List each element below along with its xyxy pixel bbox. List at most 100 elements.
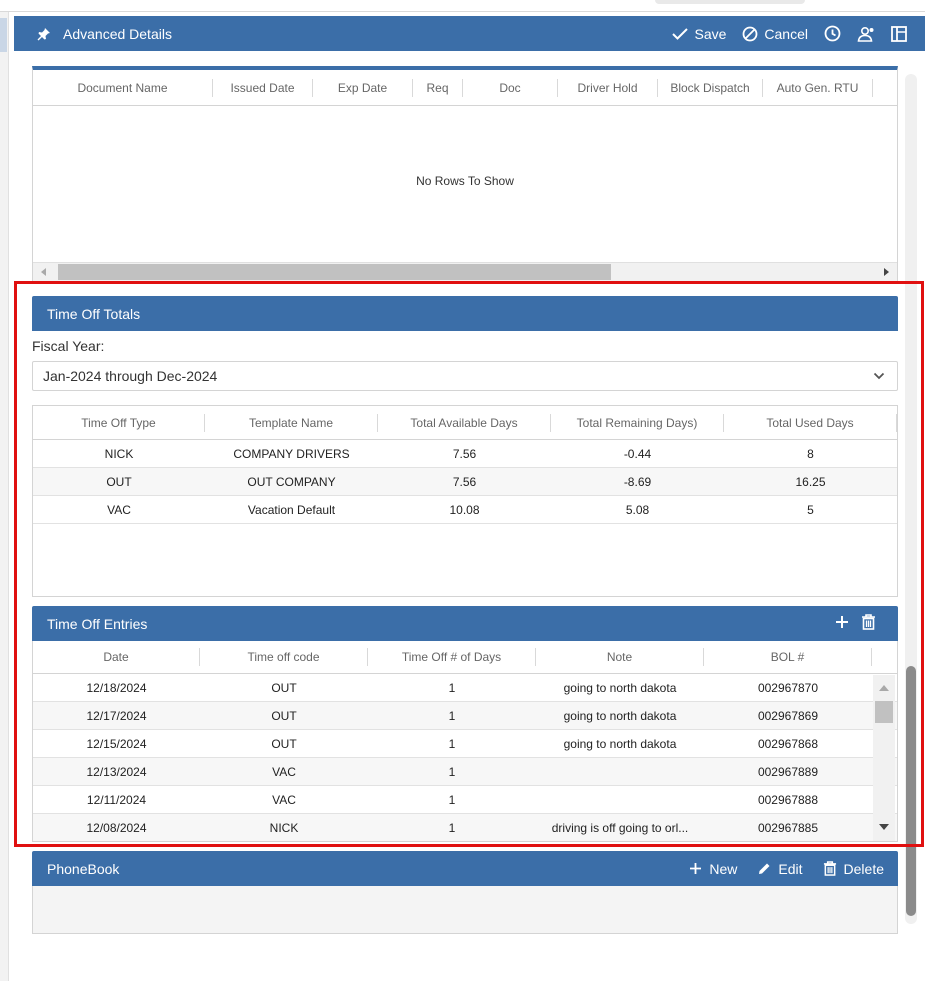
clock-icon [824, 25, 841, 42]
entries-grid-header: Date Time off code Time Off # of Days No… [33, 641, 897, 674]
table-cell: 10.08 [449, 502, 480, 517]
phonebook-body [32, 886, 898, 934]
table-row[interactable]: OUT OUT COMPANY 7.56 -8.69 16.25 [33, 468, 897, 496]
phonebook-edit-button[interactable]: Edit [757, 861, 803, 877]
vertical-scroll-thumb[interactable] [875, 701, 893, 723]
table-cell: 16.25 [795, 474, 826, 489]
table-cell: going to north dakota [563, 736, 677, 751]
column-header[interactable]: Total Remaining Days) [551, 413, 724, 432]
time-off-entries-title: Time Off Entries [47, 615, 148, 632]
column-header[interactable]: Note [536, 648, 704, 666]
fiscal-year-label: Fiscal Year: [32, 338, 105, 354]
horizontal-scroll-thumb[interactable] [58, 264, 611, 280]
cancel-button[interactable]: Cancel [742, 26, 808, 42]
scroll-up-arrow[interactable] [879, 685, 889, 691]
table-cell: NICK [269, 820, 299, 835]
table-cell: OUT [106, 474, 132, 489]
column-header[interactable]: Time Off Type [33, 413, 205, 432]
table-cell: VAC [272, 792, 296, 807]
user-settings-button[interactable] [857, 26, 875, 42]
table-cell: OUT [271, 680, 297, 695]
table-cell: 1 [448, 792, 456, 807]
column-header[interactable]: Total Available Days [378, 413, 551, 432]
table-row[interactable]: 12/17/2024 OUT 1 going to north dakota 0… [33, 702, 897, 730]
pencil-icon [759, 863, 770, 874]
ban-icon [743, 26, 758, 41]
table-cell: COMPANY DRIVERS [233, 446, 350, 461]
column-header[interactable]: Document Name [33, 78, 213, 97]
table-row[interactable]: NICK COMPANY DRIVERS 7.56 -0.44 8 [33, 440, 897, 468]
table-cell: OUT [271, 736, 297, 751]
table-cell: 12/15/2024 [86, 736, 147, 751]
column-header[interactable]: Total Used Days [724, 413, 897, 432]
column-header[interactable]: Exp Date [313, 78, 413, 97]
plus-icon [690, 863, 702, 874]
documents-grid: Document Name Issued Date Exp Date Req D… [32, 66, 898, 282]
delete-entry-button[interactable] [861, 614, 876, 633]
column-header[interactable]: BOL # [704, 648, 872, 666]
entries-vertical-scrollbar[interactable] [873, 675, 895, 841]
table-cell: 002967888 [757, 792, 819, 807]
table-row[interactable]: 12/11/2024 VAC 1 002967888 [33, 786, 897, 814]
delete-label: Delete [843, 860, 884, 877]
history-button[interactable] [824, 25, 841, 42]
column-header[interactable]: Doc [463, 78, 558, 97]
table-row[interactable]: 12/13/2024 VAC 1 002967889 [33, 758, 897, 786]
phonebook-delete-button[interactable]: Delete [823, 861, 884, 877]
pin-icon[interactable] [36, 26, 52, 42]
table-cell: Vacation Default [247, 502, 336, 517]
table-cell: 5 [807, 502, 814, 517]
new-label: New [709, 860, 738, 877]
table-cell: VAC [272, 764, 296, 779]
scroll-down-arrow[interactable] [879, 824, 889, 830]
plus-icon [836, 616, 848, 628]
table-cell: 8 [807, 446, 814, 461]
add-entry-button[interactable] [835, 615, 849, 632]
column-header[interactable]: Driver Hold [558, 78, 658, 97]
column-header[interactable]: Date [33, 648, 200, 666]
chevron-down-icon [873, 372, 885, 380]
table-cell: 12/17/2024 [86, 708, 147, 723]
column-header[interactable]: Req [413, 78, 463, 97]
column-header[interactable]: Time Off # of Days [368, 648, 536, 666]
page-scrollbar[interactable] [905, 74, 917, 924]
layout-toggle-button[interactable] [891, 25, 907, 42]
table-row[interactable]: 12/15/2024 OUT 1 going to north dakota 0… [33, 730, 897, 758]
column-header[interactable]: Template Name [205, 413, 378, 432]
scroll-right-arrow[interactable] [884, 268, 889, 276]
check-icon [672, 27, 689, 40]
left-gutter [0, 12, 9, 981]
table-cell: -8.69 [623, 474, 652, 489]
table-cell: VAC [107, 502, 131, 517]
phonebook-new-button[interactable]: New [689, 861, 737, 877]
table-cell: 1 [448, 680, 456, 695]
table-row[interactable]: 12/08/2024 NICK 1 driving is off going t… [33, 814, 897, 841]
table-row[interactable]: 12/18/2024 OUT 1 going to north dakota 0… [33, 674, 897, 702]
save-button[interactable]: Save [672, 26, 726, 42]
trash-icon [823, 861, 836, 876]
save-label: Save [694, 25, 727, 42]
column-header[interactable]: Issued Date [213, 78, 313, 97]
table-cell: OUT [271, 708, 297, 723]
table-cell: NICK [104, 446, 134, 461]
page-scrollbar-thumb[interactable] [906, 666, 916, 916]
table-row[interactable]: VAC Vacation Default 10.08 5.08 5 [33, 496, 897, 524]
page-title: Advanced Details [63, 25, 172, 42]
left-gutter-accent [0, 18, 7, 52]
user-cog-icon [857, 26, 874, 42]
column-header[interactable]: Auto Gen. RTU [763, 78, 873, 97]
table-cell: 002967868 [757, 736, 819, 751]
table-cell: OUT COMPANY [247, 474, 336, 489]
table-cell: 5.08 [625, 502, 650, 517]
column-header[interactable]: Block Dispatch [658, 78, 763, 97]
phonebook-title: PhoneBook [47, 860, 120, 877]
fiscal-year-select[interactable]: Jan-2024 through Dec-2024 [32, 361, 898, 391]
time-off-totals-title: Time Off Totals [47, 305, 141, 322]
totals-grid-header: Time Off Type Template Name Total Availa… [33, 406, 897, 440]
trash-icon [862, 614, 875, 630]
table-cell: 7.56 [452, 474, 477, 489]
documents-horizontal-scrollbar[interactable] [33, 262, 897, 281]
column-header[interactable]: Time off code [200, 648, 368, 666]
table-cell: 1 [448, 736, 456, 751]
scroll-left-arrow[interactable] [41, 268, 46, 276]
